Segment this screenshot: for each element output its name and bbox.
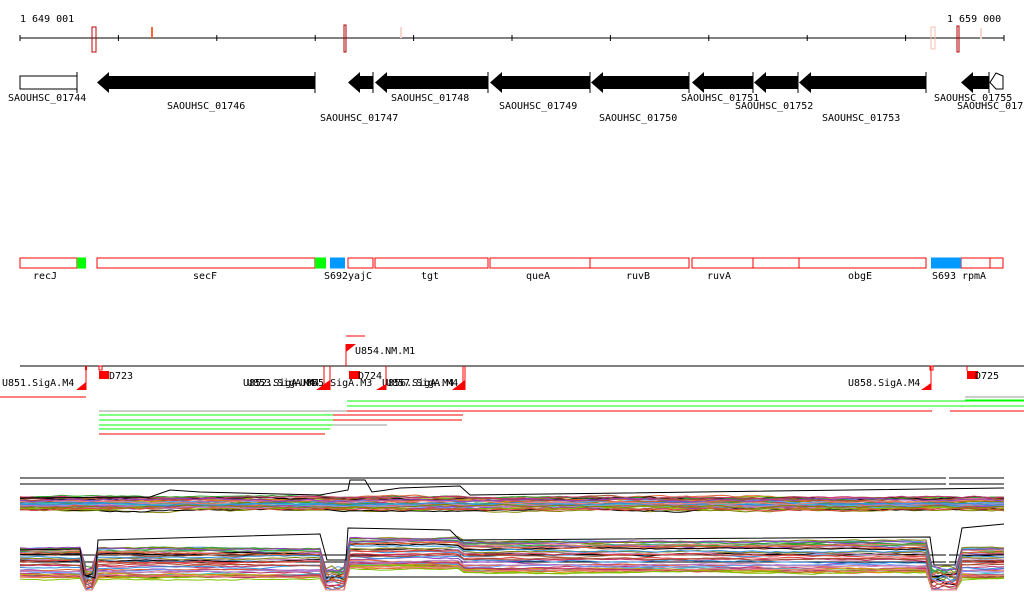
- operon-box[interactable]: [489, 257, 591, 269]
- feature-label[interactable]: U851.SigA.M4: [2, 378, 74, 389]
- gene-arrow[interactable]: [961, 72, 989, 93]
- gene-label: SAOUHSC_01748: [391, 93, 469, 104]
- operon-box[interactable]: [96, 257, 316, 269]
- gene-arrow[interactable]: [591, 72, 689, 93]
- gene-label: SAOUHSC_0175: [957, 101, 1024, 112]
- gene-label: SAOUHSC_01747: [320, 113, 398, 124]
- operon-box[interactable]: [989, 257, 1004, 269]
- gene-label: SAOUHSC_01746: [167, 101, 245, 112]
- feature-track: U854.NM.M1 U851.SigA.M4 D723 U852.SigA.M…: [0, 335, 1024, 435]
- operon-box[interactable]: [960, 257, 991, 269]
- expression-track: [19, 477, 1005, 591]
- gene-arrow[interactable]: [754, 72, 798, 93]
- operon-label: queA: [526, 271, 550, 282]
- feature-label[interactable]: U854.NM.M1: [355, 346, 415, 357]
- gene-label: SAOUHSC_01749: [499, 101, 577, 112]
- gene-label: SAOUHSC_01752: [735, 101, 813, 112]
- operon-label: S692: [324, 271, 348, 282]
- feature-box[interactable]: [99, 371, 109, 379]
- operon-label: secF: [193, 271, 217, 282]
- operon-box[interactable]: [589, 257, 690, 269]
- ruler-marker[interactable]: [91, 26, 97, 53]
- gene-label: SAOUHSC_01750: [599, 113, 677, 124]
- genome-browser-canvas: 1 649 001 1 659 000 SAOUHSC_01744 SAOUHS…: [0, 14, 1024, 591]
- gene-label: SAOUHSC_01753: [822, 113, 900, 124]
- operon-label: recJ: [33, 271, 57, 282]
- ruler-marker[interactable]: [151, 27, 153, 38]
- ruler-end-label: 1 659 000: [947, 14, 1001, 25]
- gene-SAOUHSC_01744[interactable]: [19, 75, 78, 90]
- operon-segment[interactable]: [77, 257, 86, 269]
- gene-SAOUHSC_01756[interactable]: [989, 72, 1004, 90]
- expression-series: [19, 479, 1005, 499]
- operon-segment[interactable]: [931, 257, 961, 269]
- operon-box[interactable]: [19, 257, 78, 269]
- gene-arrow[interactable]: [799, 72, 926, 93]
- gene-arrow[interactable]: [490, 72, 590, 93]
- operon-label: obgE: [848, 271, 872, 282]
- gene-arrow[interactable]: [348, 72, 373, 93]
- feature-label[interactable]: D723: [109, 371, 133, 382]
- flag-icon: [76, 382, 86, 390]
- operon-label: ruvB: [626, 271, 650, 282]
- gene-arrow[interactable]: [97, 72, 315, 93]
- operon-box[interactable]: [347, 257, 374, 269]
- feature-label[interactable]: D725: [975, 371, 999, 382]
- operon-label: ruvA: [707, 271, 731, 282]
- operon-label: rpmA: [962, 271, 986, 282]
- gene-arrow[interactable]: [375, 72, 488, 93]
- operon-label: yajC: [348, 271, 372, 282]
- gene-label: SAOUHSC_01744: [8, 93, 86, 104]
- feature-label[interactable]: U857.SigA.M4: [386, 378, 458, 389]
- operon-box[interactable]: [752, 257, 800, 269]
- gene-arrow[interactable]: [692, 72, 753, 93]
- operon-box[interactable]: [798, 257, 927, 269]
- operon-label: tgt: [421, 271, 439, 282]
- ruler-marker[interactable]: [956, 25, 960, 53]
- ruler-start-label: 1 649 001: [20, 14, 74, 25]
- gene-track: SAOUHSC_01744 SAOUHSC_01746 SAOUHSC_0174…: [8, 72, 1024, 124]
- operon-box[interactable]: [374, 257, 489, 269]
- ruler-marker[interactable]: [400, 27, 402, 38]
- coordinate-ruler: 1 649 001 1 659 000: [19, 14, 1005, 53]
- operon-segment[interactable]: [330, 257, 345, 269]
- operon-box[interactable]: [691, 257, 754, 269]
- flag-icon: [921, 383, 931, 390]
- operon-segment[interactable]: [315, 257, 326, 269]
- ruler-marker[interactable]: [980, 28, 982, 39]
- feature-label[interactable]: U858.SigA.M4: [848, 378, 920, 389]
- feature-label[interactable]: D724: [358, 371, 382, 382]
- operon-track: recJ secF S692 yajC tgt queA ruvB ruvA o…: [19, 257, 1004, 282]
- operon-label: S693: [932, 271, 956, 282]
